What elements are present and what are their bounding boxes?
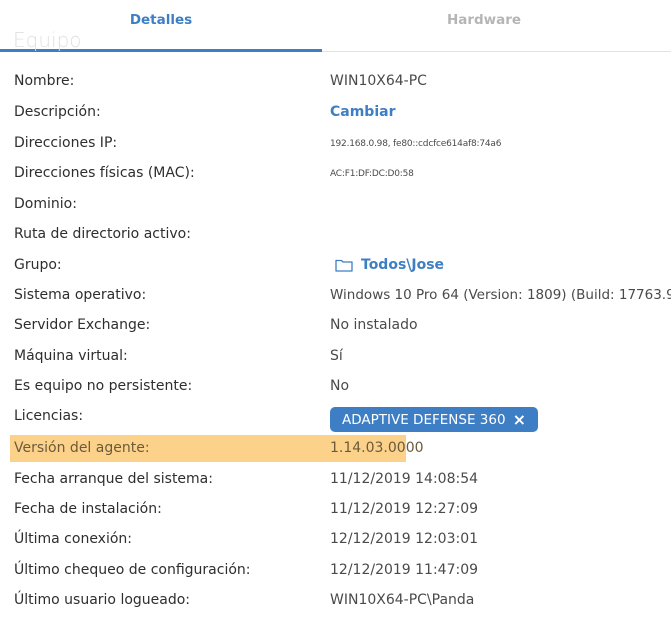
tab-hardware[interactable]: Hardware <box>322 0 646 51</box>
usuario-label: Último usuario logueado: <box>14 592 191 608</box>
licencias-label: Licencias: <box>14 408 84 424</box>
instalacion-value: 11/12/2019 12:27:09 <box>330 501 479 517</box>
persistente-label: Es equipo no persistente: <box>14 378 193 394</box>
row-grupo: Grupo: Todos\Jose <box>0 250 671 280</box>
persistente-value: No <box>330 378 350 394</box>
row-sistema-operativo: Sistema operativo: Windows 10 Pro 64 (Ve… <box>0 280 671 310</box>
dominio-label: Dominio: <box>14 196 77 212</box>
instalacion-label: Fecha de instalación: <box>14 501 162 517</box>
grupo-label: Grupo: <box>14 257 62 273</box>
row-ultima-conexion: Última conexión: 12/12/2019 12:03:01 <box>0 524 671 554</box>
virtual-value: Sí <box>330 348 343 364</box>
grupo-value: Todos\Jose <box>361 257 445 273</box>
ip-value: 192.168.0.98, fe80::cdcfce614af8:74a6 <box>330 139 502 149</box>
arranque-label: Fecha arranque del sistema: <box>14 471 213 487</box>
row-instalacion: Fecha de instalación: 11/12/2019 12:27:0… <box>0 494 671 524</box>
row-nombre: Nombre: WIN10X64-PC <box>0 66 671 96</box>
descripcion-label: Descripción: <box>14 104 101 120</box>
conexion-value: 12/12/2019 12:03:01 <box>330 531 479 547</box>
ruta-label: Ruta de directorio activo: <box>14 226 191 242</box>
row-exchange: Servidor Exchange: No instalado <box>0 310 671 340</box>
tab-hardware-label: Hardware <box>446 12 522 28</box>
chequeo-value: 12/12/2019 11:47:09 <box>330 562 479 578</box>
agente-value: 1.14.03.0000 <box>330 440 424 456</box>
row-arranque: Fecha arranque del sistema: 11/12/2019 1… <box>0 464 671 494</box>
row-descripcion: Descripción: Cambiar <box>0 97 671 127</box>
mac-label: Direcciones físicas (MAC): <box>14 165 195 181</box>
nombre-label: Nombre: <box>14 73 75 89</box>
exchange-value: No instalado <box>330 317 418 333</box>
exchange-label: Servidor Exchange: <box>14 317 151 333</box>
license-tag-label: ADAPTIVE DEFENSE 360 <box>342 412 506 428</box>
nombre-value: WIN10X64-PC <box>330 73 427 89</box>
chequeo-label: Último chequeo de configuración: <box>14 562 251 578</box>
license-tag: ADAPTIVE DEFENSE 360 × <box>330 407 538 432</box>
grupo-link[interactable]: Todos\Jose <box>335 257 444 273</box>
conexion-label: Última conexión: <box>14 531 133 547</box>
so-value: Windows 10 Pro 64 (Version: 1809) (Build… <box>330 287 671 303</box>
row-mac: Direcciones físicas (MAC): AC:F1:DF:DC:D… <box>0 158 671 188</box>
row-version-agente: Versión del agente: 1.14.03.0000 <box>0 433 671 463</box>
row-dominio: Dominio: <box>0 189 671 219</box>
tab-bar: Detalles Hardware <box>0 0 671 52</box>
close-icon[interactable]: × <box>513 410 526 429</box>
cambiar-link[interactable]: Cambiar <box>330 104 395 120</box>
row-maquina-virtual: Máquina virtual: Sí <box>0 341 671 371</box>
arranque-value: 11/12/2019 14:08:54 <box>330 471 479 487</box>
mac-value: AC:F1:DF:DC:D0:58 <box>330 169 414 179</box>
row-ip: Direcciones IP: 192.168.0.98, fe80::cdcf… <box>0 128 671 158</box>
row-ruta: Ruta de directorio activo: <box>0 219 671 249</box>
agente-label: Versión del agente: <box>14 440 150 456</box>
row-no-persistente: Es equipo no persistente: No <box>0 371 671 401</box>
folder-icon <box>335 259 353 272</box>
virtual-label: Máquina virtual: <box>14 348 128 364</box>
row-ultimo-chequeo: Último chequeo de configuración: 12/12/2… <box>0 555 671 585</box>
row-ultimo-usuario: Último usuario logueado: WIN10X64-PC\Pan… <box>0 585 671 615</box>
tab-detalles-label: Detalles <box>129 12 193 28</box>
row-licencias: Licencias: ADAPTIVE DEFENSE 360 × <box>0 401 671 432</box>
usuario-value: WIN10X64-PC\Panda <box>330 592 475 608</box>
section-title: Equipo <box>13 28 82 52</box>
ip-label: Direcciones IP: <box>14 135 118 151</box>
so-label: Sistema operativo: <box>14 287 147 303</box>
